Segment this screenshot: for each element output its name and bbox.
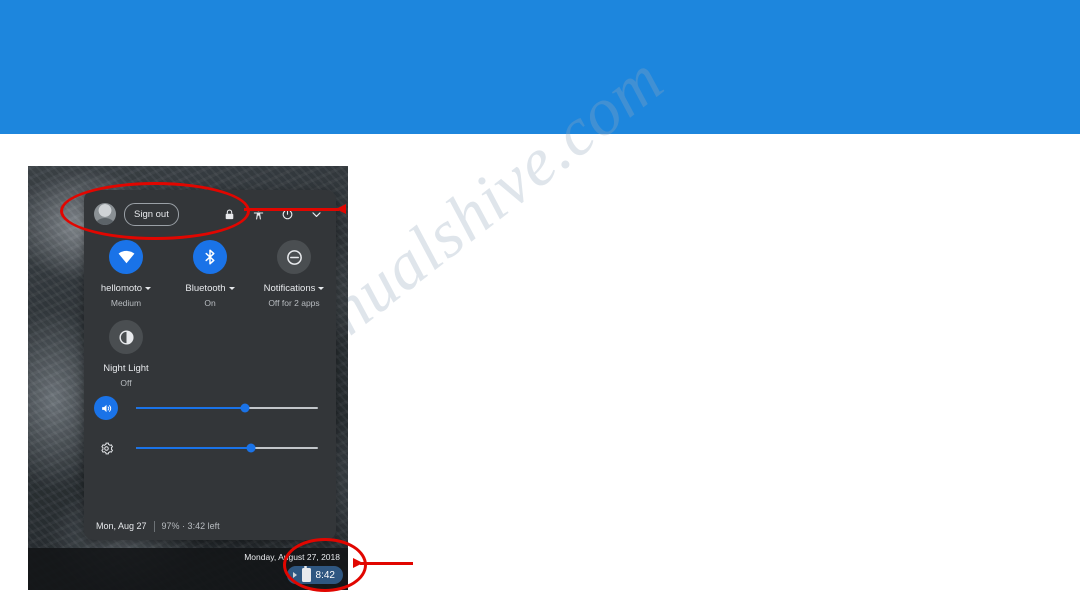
shelf-date: Monday, August 27, 2018 <box>244 552 340 562</box>
brightness-gear-icon[interactable] <box>94 436 118 460</box>
tile-bluetooth-label-row: Bluetooth <box>168 283 252 294</box>
tile-wifi-label-row: hellomoto <box>84 283 168 294</box>
volume-slider-fill <box>136 407 246 409</box>
shelf: Monday, August 27, 2018 8:42 <box>28 548 348 590</box>
tile-notifications-sub: Off for 2 apps <box>268 298 320 308</box>
system-tray-bubble[interactable]: Sign out hellomoto Medium Bluetooth On N… <box>84 190 336 540</box>
tray-tiles-row-2: Night Light Off <box>84 308 336 388</box>
tray-account-row: Sign out <box>84 190 336 238</box>
tray-date: Mon, Aug 27 <box>96 521 147 531</box>
tile-night-light-sub: Off <box>120 378 132 388</box>
tile-night-light[interactable]: Night Light Off <box>84 320 168 388</box>
battery-icon <box>301 566 311 582</box>
night-light-icon <box>109 320 143 354</box>
chevron-down-icon[interactable] <box>145 286 152 290</box>
tile-night-light-label: Night Light <box>103 363 149 374</box>
banner-underline <box>0 130 1080 134</box>
brightness-slider-knob[interactable] <box>246 443 256 453</box>
avatar[interactable] <box>94 203 116 225</box>
bluetooth-icon <box>193 240 227 274</box>
volume-icon[interactable] <box>94 396 118 420</box>
tile-bluetooth-sub: On <box>204 298 216 308</box>
annotation-arrow-head-bottom <box>353 558 363 568</box>
tile-bluetooth[interactable]: Bluetooth On <box>168 240 252 308</box>
screenshot-page: manualshive.com Sign out hellomoto Mediu… <box>0 0 1080 608</box>
tile-wifi[interactable]: hellomoto Medium <box>84 240 168 308</box>
chromeos-screenshot: Sign out hellomoto Medium Bluetooth On N… <box>28 166 348 590</box>
sign-out-button[interactable]: Sign out <box>124 202 179 226</box>
annotation-arrow-line-bottom <box>360 562 413 565</box>
lock-icon[interactable] <box>215 200 243 228</box>
power-icon[interactable] <box>273 200 301 228</box>
do-not-disturb-icon <box>277 240 311 274</box>
shelf-time: 8:42 <box>315 569 335 581</box>
status-tray-button[interactable]: 8:42 <box>286 566 343 584</box>
tile-wifi-label: hellomoto <box>100 283 143 294</box>
chevron-down-icon[interactable] <box>228 286 235 290</box>
expand-arrow-icon <box>292 572 297 578</box>
chevron-down-icon[interactable] <box>302 200 330 228</box>
brightness-slider-track[interactable] <box>136 443 318 453</box>
accessibility-icon[interactable] <box>244 200 272 228</box>
tray-top-icon-group <box>215 200 330 228</box>
brightness-slider-fill <box>136 447 251 449</box>
tile-notifications[interactable]: Notifications Off for 2 apps <box>252 240 336 308</box>
tray-battery-status: 97% · 3:42 left <box>161 521 220 531</box>
tile-notifications-label: Notifications <box>263 283 316 294</box>
volume-slider-track[interactable] <box>136 403 318 413</box>
brightness-slider-row[interactable] <box>84 428 336 468</box>
tray-tiles-row-1: hellomoto Medium Bluetooth On Notificati… <box>84 238 336 308</box>
chevron-down-icon[interactable] <box>318 286 325 290</box>
tile-bluetooth-label: Bluetooth <box>185 283 226 294</box>
volume-slider-row[interactable] <box>84 388 336 428</box>
wifi-icon <box>109 240 143 274</box>
volume-slider-knob[interactable] <box>240 403 250 413</box>
tray-footer: Mon, Aug 27 97% · 3:42 left <box>84 512 336 540</box>
page-banner <box>0 0 1080 130</box>
tile-wifi-sub: Medium <box>110 298 142 308</box>
tile-notifications-label-row: Notifications <box>252 283 336 294</box>
footer-divider <box>153 520 155 532</box>
